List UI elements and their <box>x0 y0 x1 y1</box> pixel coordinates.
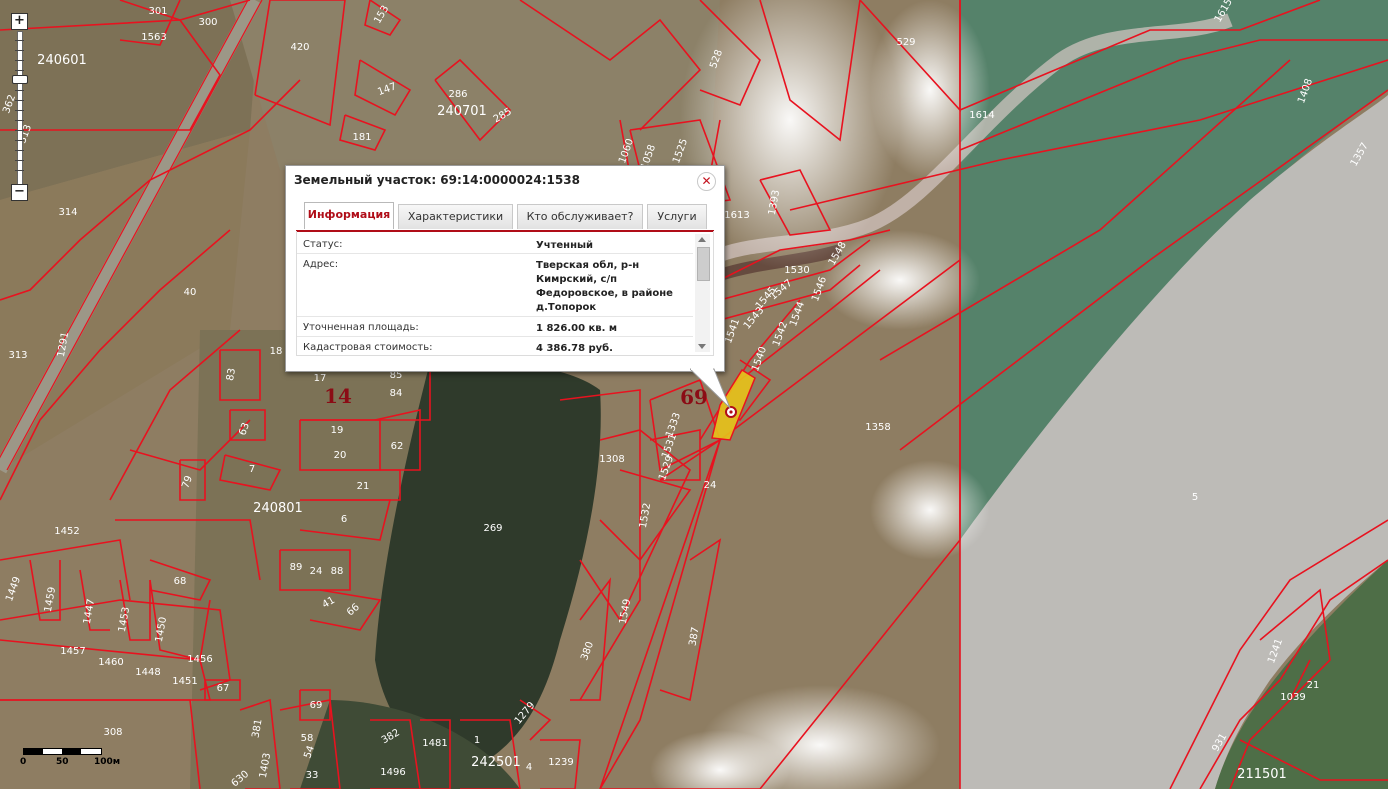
parcel-number-label: 1448 <box>135 667 160 678</box>
zoom-out-button[interactable]: − <box>11 184 28 201</box>
tab-services[interactable]: Услуги <box>647 204 707 229</box>
parcel-number-label: 40 <box>184 287 197 298</box>
parcel-number-label: 58 <box>301 733 314 744</box>
parcel-number-label: 308 <box>103 727 122 738</box>
info-table: Статус: Учтенный Адрес: Тверская обл, р-… <box>296 231 714 356</box>
parcel-number-label: 1 <box>474 735 480 746</box>
block-label: 211501 <box>1237 767 1287 782</box>
parcel-number-label: 1452 <box>54 526 79 537</box>
parcel-number-label: 17 <box>314 373 327 384</box>
parcel-number-label: 181 <box>352 132 371 143</box>
info-value: Учтенный <box>536 240 594 251</box>
popup-tabs: Информация Характеристики Кто обслуживае… <box>296 202 714 232</box>
parcel-number-label: 69 <box>310 700 323 711</box>
popup-scrollbar[interactable] <box>695 234 710 352</box>
parcel-number-label: 19 <box>331 425 344 436</box>
parcel-number-label: 1451 <box>172 676 197 687</box>
parcel-number-label: 269 <box>483 523 502 534</box>
parcel-number-label: 313 <box>8 350 27 361</box>
scrollbar-thumb[interactable] <box>697 247 710 281</box>
cloud <box>870 460 990 560</box>
block-label: 240801 <box>253 501 303 516</box>
parcel-number-label: 5 <box>1192 492 1198 503</box>
parcel-number-label: 1457 <box>60 646 85 657</box>
parcel-number-label: 1563 <box>141 32 166 43</box>
parcel-number-label: 24 <box>704 480 717 491</box>
popup-pointer <box>690 368 731 409</box>
tab-characteristics[interactable]: Характеристики <box>398 204 513 229</box>
parcel-number-label: 1460 <box>98 657 123 668</box>
popup-title: Земельный участок: 69:14:0000024:1538 <box>294 173 580 187</box>
parcel-number-label: 1308 <box>599 454 624 465</box>
parcel-number-label: 286 <box>448 89 467 100</box>
parcel-number-label: 84 <box>390 388 403 399</box>
parcel-number-label: 18 <box>270 346 283 357</box>
scroll-down-icon[interactable] <box>698 344 706 349</box>
zoom-in-button[interactable]: + <box>11 13 28 30</box>
scale-label-100: 100м <box>94 757 121 767</box>
parcel-number-label: 6 <box>341 514 347 525</box>
parcel-number-label: 300 <box>198 17 217 28</box>
parcel-number-label: 1496 <box>380 767 405 778</box>
parcel-number-label: 20 <box>334 450 347 461</box>
parcel-number-label: 24 <box>310 566 323 577</box>
close-icon[interactable]: ✕ <box>697 172 716 191</box>
zoom-control: + − <box>11 13 29 201</box>
parcel-number-label: 1530 <box>784 265 809 276</box>
parcel-number-label: 21 <box>357 481 370 492</box>
parcel-number-label: 1613 <box>724 210 749 221</box>
info-label: Статус: <box>303 239 343 250</box>
zoom-slider-thumb[interactable] <box>12 75 28 84</box>
scale-label-50: 50 <box>56 757 69 767</box>
block-label: 240701 <box>437 104 487 119</box>
scale-bar: 0 50 100м <box>20 745 130 769</box>
parcel-number-label: 1358 <box>865 422 890 433</box>
parcel-number-label: 62 <box>391 441 404 452</box>
info-label: Кадастровая стоимость: <box>303 342 433 353</box>
block-label: 240601 <box>37 53 87 68</box>
scale-label-0: 0 <box>20 757 27 767</box>
parcel-number-label: 529 <box>896 37 915 48</box>
parcel-number-label: 83 <box>225 367 238 381</box>
info-value: Тверская обл, р-н Кимрский, с/п Федоровс… <box>536 260 673 313</box>
parcel-number-label: 33 <box>306 770 319 781</box>
district-label: 14 <box>324 384 352 408</box>
parcel-number-label: 67 <box>217 683 230 694</box>
info-value: 4 386.78 руб. <box>536 343 613 354</box>
parcel-number-label: 420 <box>290 42 309 53</box>
parcel-number-label: 1039 <box>1280 692 1305 703</box>
cloud <box>870 0 990 180</box>
parcel-number-label: 301 <box>148 6 167 17</box>
parcel-number-label: 89 <box>290 562 303 573</box>
parcel-number-label: 1239 <box>548 757 573 768</box>
parcel-number-label: 68 <box>174 576 187 587</box>
tab-who-serves[interactable]: Кто обслуживает? <box>517 204 643 229</box>
info-label: Уточненная площадь: <box>303 322 419 333</box>
parcel-number-label: 1456 <box>187 654 212 665</box>
scroll-up-icon[interactable] <box>698 237 706 242</box>
parcel-marker-dot <box>729 410 733 414</box>
zoom-slider-track[interactable] <box>15 31 24 185</box>
scale-bar-graphic <box>23 748 102 755</box>
parcel-number-label: 314 <box>58 207 77 218</box>
parcel-number-label: 1614 <box>969 110 994 121</box>
parcel-number-label: 7 <box>249 464 255 475</box>
info-label: Адрес: <box>303 259 339 270</box>
parcel-number-label: 4 <box>526 762 532 773</box>
parcel-number-label: 88 <box>331 566 344 577</box>
parcel-info-popup: Земельный участок: 69:14:0000024:1538 ✕ … <box>285 165 725 372</box>
block-label: 242501 <box>471 755 521 770</box>
tab-information[interactable]: Информация <box>304 202 394 229</box>
parcel-number-label: 21 <box>1307 680 1320 691</box>
parcel-number-label: 1481 <box>422 738 447 749</box>
info-value: 1 826.00 кв. м <box>536 323 618 334</box>
